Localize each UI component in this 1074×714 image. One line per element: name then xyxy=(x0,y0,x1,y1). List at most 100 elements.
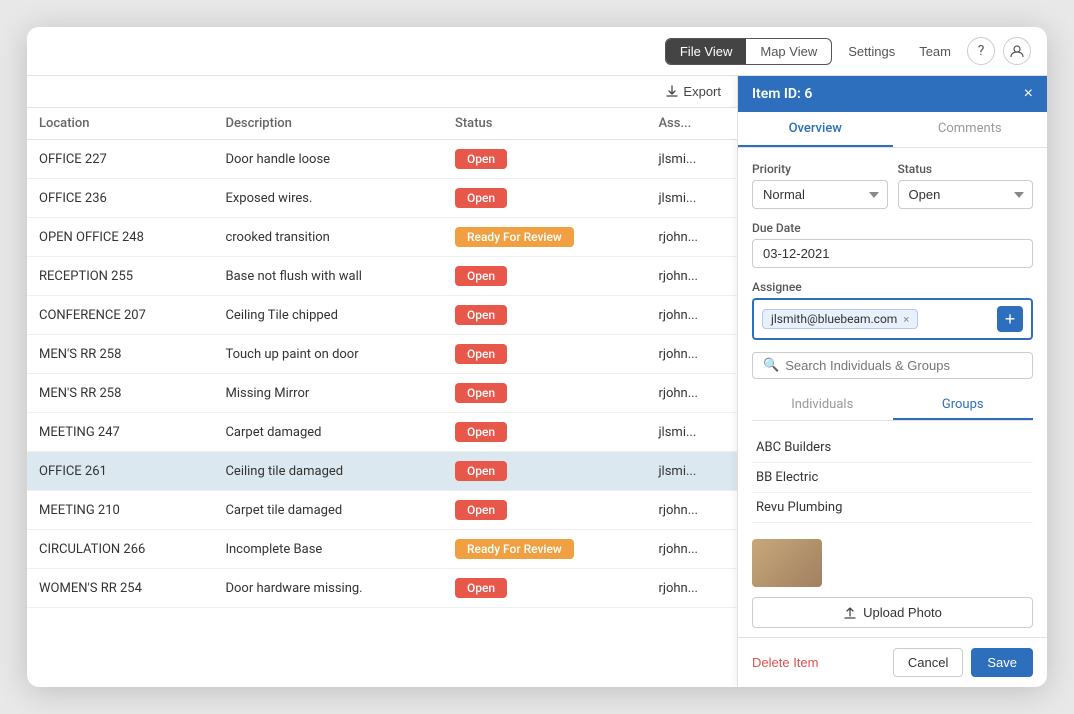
delete-item-button[interactable]: Delete Item xyxy=(752,655,818,670)
table-row[interactable]: WOMEN'S RR 254 Door hardware missing. Op… xyxy=(27,569,737,608)
save-button[interactable]: Save xyxy=(971,648,1033,677)
user-icon[interactable] xyxy=(1003,37,1031,65)
col-description: Description xyxy=(213,108,443,140)
table-row[interactable]: OFFICE 236 Exposed wires. Open jlsmi... xyxy=(27,179,737,218)
photo-thumbnail xyxy=(752,539,822,587)
cell-description: Carpet tile damaged xyxy=(213,491,443,530)
table-row[interactable]: OFFICE 261 Ceiling tile damaged Open jls… xyxy=(27,452,737,491)
cell-status: Open xyxy=(443,413,646,452)
footer-actions: Cancel Save xyxy=(893,648,1033,677)
cell-description: Carpet damaged xyxy=(213,413,443,452)
table-row[interactable]: CIRCULATION 266 Incomplete Base Ready Fo… xyxy=(27,530,737,569)
cell-description: crooked transition xyxy=(213,218,443,257)
panel-footer: Delete Item Cancel Save xyxy=(738,637,1047,687)
cell-location: MEN'S RR 258 xyxy=(27,374,213,413)
assignee-label: Assignee xyxy=(752,280,1033,294)
team-link[interactable]: Team xyxy=(911,39,959,64)
cell-location: MEETING 247 xyxy=(27,413,213,452)
add-assignee-button[interactable]: + xyxy=(997,306,1023,332)
cell-assignee: rjohn... xyxy=(646,257,737,296)
top-bar: File View Map View Settings Team ? xyxy=(27,27,1047,76)
group-item[interactable]: Revu Plumbing xyxy=(752,493,1033,523)
panel-title: Item ID: 6 xyxy=(752,86,812,102)
tab-groups[interactable]: Groups xyxy=(893,391,1034,420)
table-row[interactable]: CONFERENCE 207 Ceiling Tile chipped Open… xyxy=(27,296,737,335)
table-row[interactable]: OPEN OFFICE 248 crooked transition Ready… xyxy=(27,218,737,257)
cell-status: Open xyxy=(443,257,646,296)
table-row[interactable]: MEN'S RR 258 Touch up paint on door Open… xyxy=(27,335,737,374)
panel-close-button[interactable]: × xyxy=(1024,86,1033,102)
assignee-tag: jlsmith@bluebeam.com × xyxy=(762,309,918,329)
group-item[interactable]: BB Electric xyxy=(752,463,1033,493)
assignee-remove-icon[interactable]: × xyxy=(903,313,909,326)
panel-body: Priority Normal High Low Critical Status… xyxy=(738,148,1047,637)
due-date-label: Due Date xyxy=(752,221,1033,235)
cell-assignee: jlsmi... xyxy=(646,452,737,491)
cell-assignee: rjohn... xyxy=(646,296,737,335)
cell-status: Open xyxy=(443,569,646,608)
table-row[interactable]: MEETING 210 Carpet tile damaged Open rjo… xyxy=(27,491,737,530)
due-date-input[interactable] xyxy=(752,239,1033,268)
assignee-tabs: Individuals Groups xyxy=(752,391,1033,421)
help-icon[interactable]: ? xyxy=(967,37,995,65)
cell-description: Ceiling Tile chipped xyxy=(213,296,443,335)
cell-assignee: rjohn... xyxy=(646,374,737,413)
upload-photo-button[interactable]: Upload Photo xyxy=(752,597,1033,628)
status-badge: Ready For Review xyxy=(455,539,574,559)
table-scroll[interactable]: Location Description Status Ass... OFFIC… xyxy=(27,108,737,687)
due-date-group: Due Date xyxy=(752,221,1033,268)
assignee-search-box: 🔍 xyxy=(752,352,1033,379)
cancel-button[interactable]: Cancel xyxy=(893,648,963,677)
cell-location: CONFERENCE 207 xyxy=(27,296,213,335)
table-row[interactable]: OFFICE 227 Door handle loose Open jlsmi.… xyxy=(27,140,737,179)
map-view-button[interactable]: Map View xyxy=(746,39,831,64)
table-row[interactable]: RECEPTION 255 Base not flush with wall O… xyxy=(27,257,737,296)
settings-link[interactable]: Settings xyxy=(840,39,903,64)
status-badge: Open xyxy=(455,500,507,520)
status-label: Status xyxy=(898,162,1034,176)
table-area: Export Location Description Status Ass..… xyxy=(27,76,737,687)
cell-description: Base not flush with wall xyxy=(213,257,443,296)
status-badge: Open xyxy=(455,422,507,442)
app-window: File View Map View Settings Team ? Expor… xyxy=(27,27,1047,687)
cell-status: Open xyxy=(443,140,646,179)
assignee-box: jlsmith@bluebeam.com × + xyxy=(752,298,1033,340)
cell-location: OFFICE 227 xyxy=(27,140,213,179)
cell-description: Incomplete Base xyxy=(213,530,443,569)
priority-select[interactable]: Normal High Low Critical xyxy=(752,180,888,209)
cell-status: Open xyxy=(443,374,646,413)
cell-status: Open xyxy=(443,179,646,218)
status-badge: Open xyxy=(455,383,507,403)
table-row[interactable]: MEETING 247 Carpet damaged Open jlsmi... xyxy=(27,413,737,452)
cell-assignee: rjohn... xyxy=(646,530,737,569)
view-toggle: File View Map View xyxy=(665,38,832,65)
table-row[interactable]: MEN'S RR 258 Missing Mirror Open rjohn..… xyxy=(27,374,737,413)
main-content: Export Location Description Status Ass..… xyxy=(27,76,1047,687)
cell-status: Ready For Review xyxy=(443,218,646,257)
cell-description: Missing Mirror xyxy=(213,374,443,413)
status-badge: Open xyxy=(455,305,507,325)
panel-header: Item ID: 6 × xyxy=(738,76,1047,112)
cell-description: Ceiling tile damaged xyxy=(213,452,443,491)
priority-label: Priority xyxy=(752,162,888,176)
tab-overview[interactable]: Overview xyxy=(738,112,893,147)
cell-status: Open xyxy=(443,491,646,530)
assignee-search-input[interactable] xyxy=(785,358,1022,373)
priority-status-row: Priority Normal High Low Critical Status… xyxy=(752,162,1033,209)
status-select[interactable]: Open Closed In Progress Ready For Review xyxy=(898,180,1034,209)
side-panel: Item ID: 6 × Overview Comments Priority … xyxy=(737,76,1047,687)
priority-group: Priority Normal High Low Critical xyxy=(752,162,888,209)
cell-assignee: jlsmi... xyxy=(646,140,737,179)
cell-status: Open xyxy=(443,452,646,491)
cell-description: Door hardware missing. xyxy=(213,569,443,608)
cell-location: RECEPTION 255 xyxy=(27,257,213,296)
tab-comments[interactable]: Comments xyxy=(893,112,1048,147)
items-table: Location Description Status Ass... OFFIC… xyxy=(27,108,737,608)
table-toolbar: Export xyxy=(27,76,737,108)
status-badge: Open xyxy=(455,461,507,481)
cell-assignee: jlsmi... xyxy=(646,413,737,452)
file-view-button[interactable]: File View xyxy=(666,39,747,64)
export-button[interactable]: Export xyxy=(665,84,721,99)
group-item[interactable]: ABC Builders xyxy=(752,433,1033,463)
tab-individuals[interactable]: Individuals xyxy=(752,391,893,420)
